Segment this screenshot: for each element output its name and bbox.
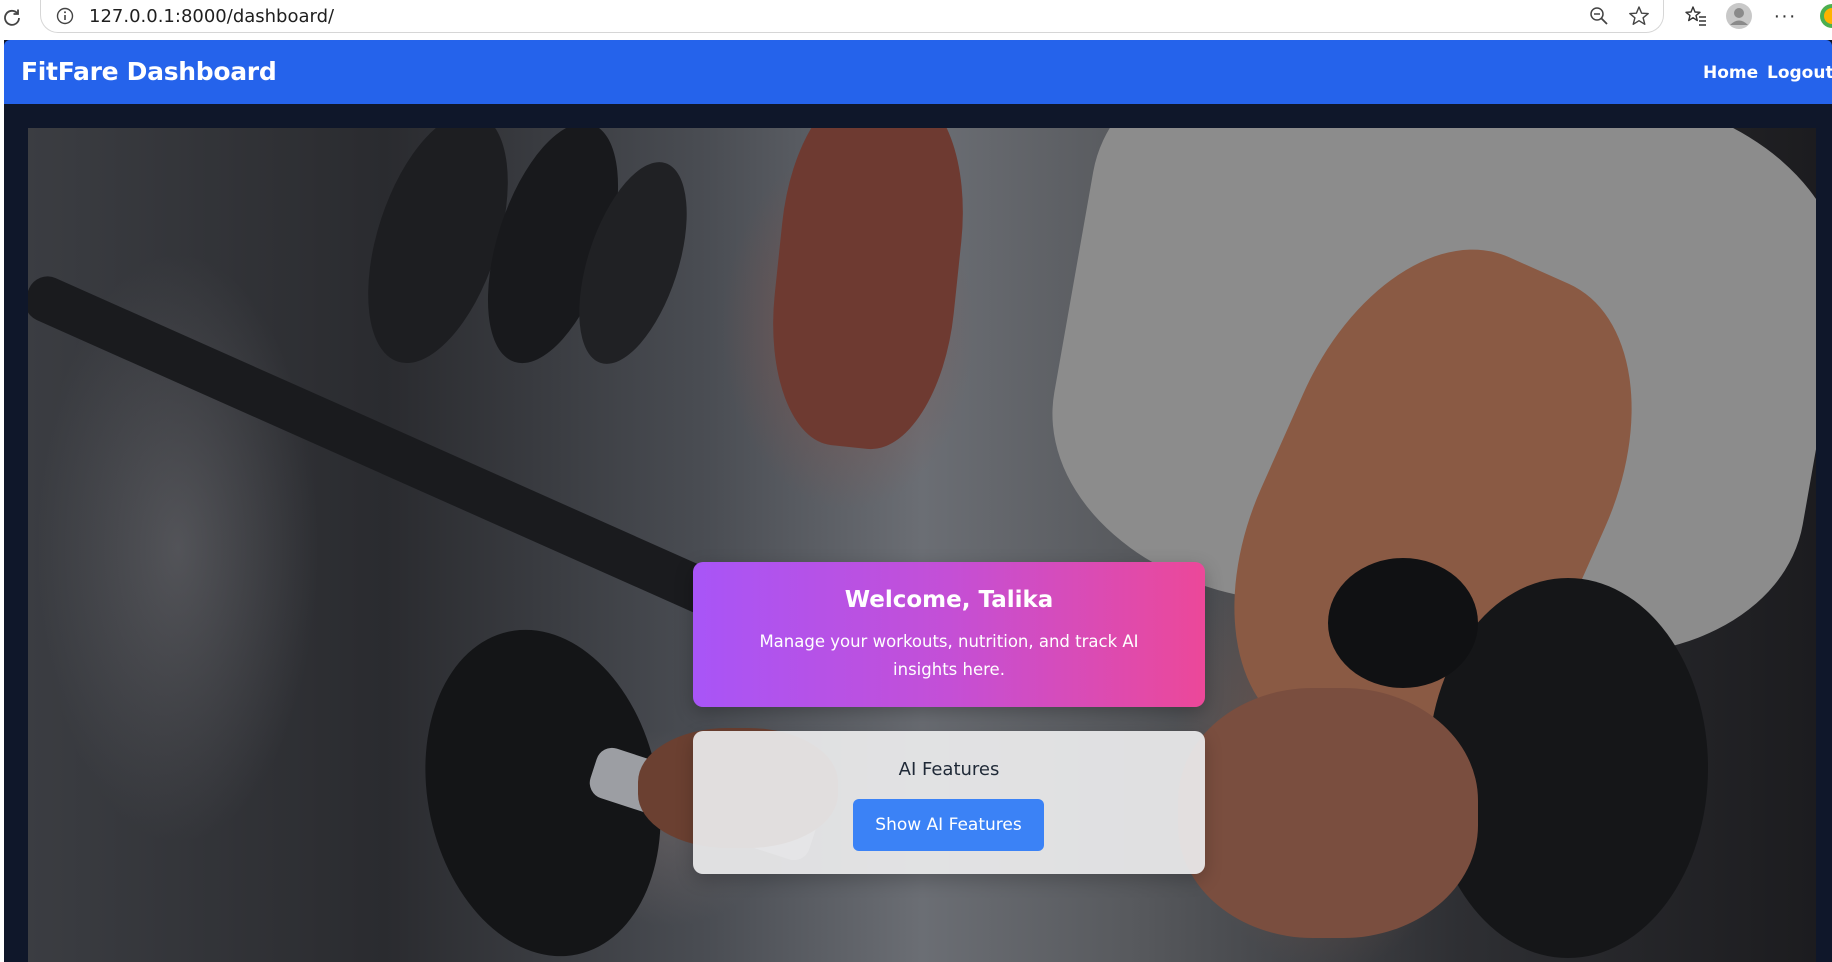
hero-image-detail xyxy=(1178,688,1478,938)
favorites-icon[interactable] xyxy=(1682,2,1710,30)
ai-features-card: AI Features Show AI Features xyxy=(693,731,1205,874)
info-icon[interactable] xyxy=(55,6,75,26)
welcome-title: Welcome, Talika xyxy=(844,587,1054,613)
profile-avatar[interactable] xyxy=(1724,1,1754,31)
reload-icon[interactable] xyxy=(0,5,24,29)
ai-features-title: AI Features xyxy=(898,759,1000,780)
hero-background-image: Welcome, Talika Manage your workouts, nu… xyxy=(28,128,1816,962)
zoom-out-icon[interactable] xyxy=(1587,4,1611,28)
app-window: FitFare Dashboard Home Logout Welcome, T… xyxy=(4,40,1832,962)
welcome-card: Welcome, Talika Manage your workouts, nu… xyxy=(693,562,1205,707)
show-ai-features-button[interactable]: Show AI Features xyxy=(853,799,1044,851)
browser-toolbar: 127.0.0.1:8000/dashboard/ ··· xyxy=(0,0,1832,38)
hero-image-detail xyxy=(759,128,977,457)
brand-title[interactable]: FitFare Dashboard xyxy=(21,57,277,86)
address-bar[interactable]: 127.0.0.1:8000/dashboard/ xyxy=(40,0,1664,33)
copilot-icon[interactable] xyxy=(1818,2,1832,30)
nav-logout-link[interactable]: Logout xyxy=(1767,63,1832,83)
nav-home-link[interactable]: Home xyxy=(1703,63,1758,83)
url-text[interactable]: 127.0.0.1:8000/dashboard/ xyxy=(89,6,334,27)
more-icon[interactable]: ··· xyxy=(1770,2,1800,30)
hero-image-detail xyxy=(1328,558,1478,688)
navbar: FitFare Dashboard Home Logout xyxy=(4,40,1832,104)
welcome-subtitle: Manage your workouts, nutrition, and tra… xyxy=(759,632,1139,679)
star-icon[interactable] xyxy=(1627,4,1651,28)
